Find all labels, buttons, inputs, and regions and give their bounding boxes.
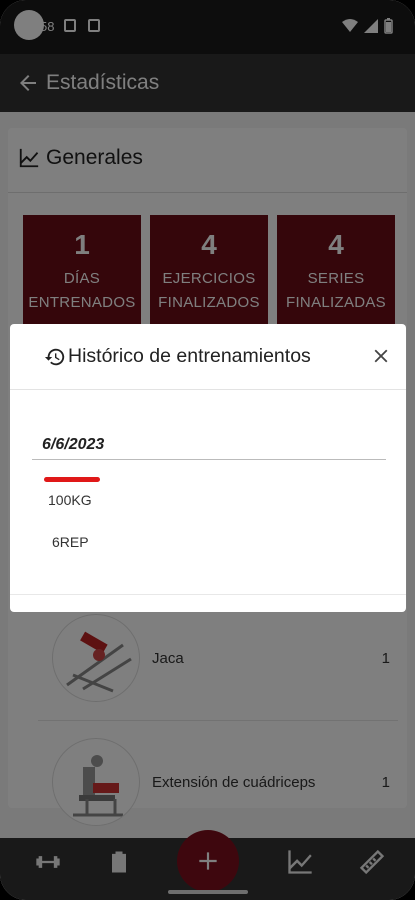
close-icon[interactable]	[370, 345, 392, 367]
divider	[32, 459, 386, 460]
session-date: 6/6/2023	[42, 436, 105, 453]
phone-screen: 58 Estadísticas Generales 1 DÍAS ENTRENA…	[0, 0, 415, 900]
divider	[10, 594, 406, 595]
history-icon	[44, 348, 65, 365]
dialog-header: Histórico de entrenamientos	[10, 324, 406, 390]
reps-value: 6REP	[52, 534, 89, 550]
weight-value: 100KG	[48, 492, 92, 508]
accent-marker	[44, 477, 100, 482]
history-dialog: Histórico de entrenamientos 6/6/2023 100…	[10, 324, 406, 612]
dialog-title: Histórico de entrenamientos	[68, 345, 311, 367]
